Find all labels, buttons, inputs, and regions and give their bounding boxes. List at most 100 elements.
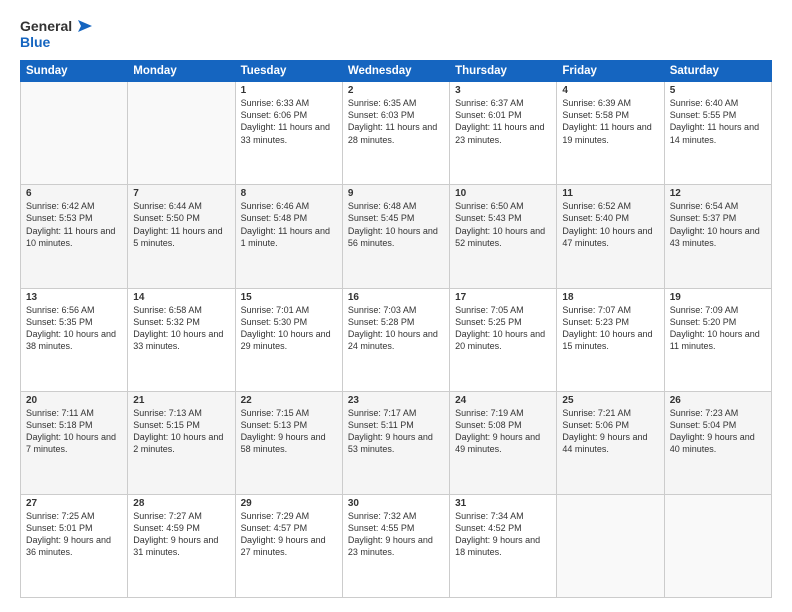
day-info: Sunrise: 7:25 AM Sunset: 5:01 PM Dayligh… bbox=[26, 510, 122, 559]
calendar-table: SundayMondayTuesdayWednesdayThursdayFrid… bbox=[20, 60, 772, 598]
day-cell: 29Sunrise: 7:29 AM Sunset: 4:57 PM Dayli… bbox=[235, 494, 342, 597]
week-row-3: 13Sunrise: 6:56 AM Sunset: 5:35 PM Dayli… bbox=[21, 288, 772, 391]
week-row-5: 27Sunrise: 7:25 AM Sunset: 5:01 PM Dayli… bbox=[21, 494, 772, 597]
day-cell: 20Sunrise: 7:11 AM Sunset: 5:18 PM Dayli… bbox=[21, 391, 128, 494]
day-info: Sunrise: 7:19 AM Sunset: 5:08 PM Dayligh… bbox=[455, 407, 551, 456]
day-number: 29 bbox=[241, 498, 337, 509]
day-number: 2 bbox=[348, 85, 444, 96]
day-cell: 23Sunrise: 7:17 AM Sunset: 5:11 PM Dayli… bbox=[342, 391, 449, 494]
day-number: 30 bbox=[348, 498, 444, 509]
page: General Blue SundayMondayTuesdayWednesda… bbox=[0, 0, 792, 612]
day-cell: 25Sunrise: 7:21 AM Sunset: 5:06 PM Dayli… bbox=[557, 391, 664, 494]
logo: General Blue bbox=[20, 18, 92, 50]
day-cell: 6Sunrise: 6:42 AM Sunset: 5:53 PM Daylig… bbox=[21, 185, 128, 288]
weekday-header-sunday: Sunday bbox=[21, 61, 128, 82]
day-cell: 5Sunrise: 6:40 AM Sunset: 5:55 PM Daylig… bbox=[664, 82, 771, 185]
day-number: 9 bbox=[348, 188, 444, 199]
day-cell: 4Sunrise: 6:39 AM Sunset: 5:58 PM Daylig… bbox=[557, 82, 664, 185]
day-number: 8 bbox=[241, 188, 337, 199]
day-info: Sunrise: 6:39 AM Sunset: 5:58 PM Dayligh… bbox=[562, 97, 658, 146]
day-number: 13 bbox=[26, 292, 122, 303]
week-row-2: 6Sunrise: 6:42 AM Sunset: 5:53 PM Daylig… bbox=[21, 185, 772, 288]
day-cell: 11Sunrise: 6:52 AM Sunset: 5:40 PM Dayli… bbox=[557, 185, 664, 288]
day-cell: 21Sunrise: 7:13 AM Sunset: 5:15 PM Dayli… bbox=[128, 391, 235, 494]
day-info: Sunrise: 7:09 AM Sunset: 5:20 PM Dayligh… bbox=[670, 304, 766, 353]
day-number: 20 bbox=[26, 395, 122, 406]
weekday-header-wednesday: Wednesday bbox=[342, 61, 449, 82]
day-number: 22 bbox=[241, 395, 337, 406]
day-cell: 13Sunrise: 6:56 AM Sunset: 5:35 PM Dayli… bbox=[21, 288, 128, 391]
weekday-header-saturday: Saturday bbox=[664, 61, 771, 82]
day-number: 18 bbox=[562, 292, 658, 303]
day-number: 26 bbox=[670, 395, 766, 406]
day-info: Sunrise: 7:15 AM Sunset: 5:13 PM Dayligh… bbox=[241, 407, 337, 456]
weekday-header-friday: Friday bbox=[557, 61, 664, 82]
day-cell: 10Sunrise: 6:50 AM Sunset: 5:43 PM Dayli… bbox=[450, 185, 557, 288]
day-info: Sunrise: 7:05 AM Sunset: 5:25 PM Dayligh… bbox=[455, 304, 551, 353]
header: General Blue bbox=[20, 18, 772, 50]
day-number: 15 bbox=[241, 292, 337, 303]
day-info: Sunrise: 7:03 AM Sunset: 5:28 PM Dayligh… bbox=[348, 304, 444, 353]
day-cell: 1Sunrise: 6:33 AM Sunset: 6:06 PM Daylig… bbox=[235, 82, 342, 185]
day-info: Sunrise: 7:13 AM Sunset: 5:15 PM Dayligh… bbox=[133, 407, 229, 456]
day-number: 11 bbox=[562, 188, 658, 199]
day-number: 27 bbox=[26, 498, 122, 509]
day-number: 28 bbox=[133, 498, 229, 509]
day-info: Sunrise: 6:50 AM Sunset: 5:43 PM Dayligh… bbox=[455, 200, 551, 249]
day-info: Sunrise: 7:32 AM Sunset: 4:55 PM Dayligh… bbox=[348, 510, 444, 559]
day-info: Sunrise: 7:01 AM Sunset: 5:30 PM Dayligh… bbox=[241, 304, 337, 353]
day-cell: 16Sunrise: 7:03 AM Sunset: 5:28 PM Dayli… bbox=[342, 288, 449, 391]
day-number: 10 bbox=[455, 188, 551, 199]
day-cell: 30Sunrise: 7:32 AM Sunset: 4:55 PM Dayli… bbox=[342, 494, 449, 597]
day-number: 4 bbox=[562, 85, 658, 96]
day-number: 5 bbox=[670, 85, 766, 96]
day-number: 12 bbox=[670, 188, 766, 199]
day-info: Sunrise: 7:07 AM Sunset: 5:23 PM Dayligh… bbox=[562, 304, 658, 353]
day-info: Sunrise: 6:56 AM Sunset: 5:35 PM Dayligh… bbox=[26, 304, 122, 353]
day-info: Sunrise: 7:27 AM Sunset: 4:59 PM Dayligh… bbox=[133, 510, 229, 559]
day-cell: 18Sunrise: 7:07 AM Sunset: 5:23 PM Dayli… bbox=[557, 288, 664, 391]
day-info: Sunrise: 7:11 AM Sunset: 5:18 PM Dayligh… bbox=[26, 407, 122, 456]
day-info: Sunrise: 7:23 AM Sunset: 5:04 PM Dayligh… bbox=[670, 407, 766, 456]
day-cell: 26Sunrise: 7:23 AM Sunset: 5:04 PM Dayli… bbox=[664, 391, 771, 494]
day-cell: 28Sunrise: 7:27 AM Sunset: 4:59 PM Dayli… bbox=[128, 494, 235, 597]
day-number: 25 bbox=[562, 395, 658, 406]
weekday-header-tuesday: Tuesday bbox=[235, 61, 342, 82]
day-info: Sunrise: 6:52 AM Sunset: 5:40 PM Dayligh… bbox=[562, 200, 658, 249]
day-cell: 12Sunrise: 6:54 AM Sunset: 5:37 PM Dayli… bbox=[664, 185, 771, 288]
day-cell: 27Sunrise: 7:25 AM Sunset: 5:01 PM Dayli… bbox=[21, 494, 128, 597]
day-number: 14 bbox=[133, 292, 229, 303]
day-number: 24 bbox=[455, 395, 551, 406]
day-cell: 14Sunrise: 6:58 AM Sunset: 5:32 PM Dayli… bbox=[128, 288, 235, 391]
day-cell: 2Sunrise: 6:35 AM Sunset: 6:03 PM Daylig… bbox=[342, 82, 449, 185]
day-info: Sunrise: 7:29 AM Sunset: 4:57 PM Dayligh… bbox=[241, 510, 337, 559]
day-cell bbox=[21, 82, 128, 185]
day-number: 17 bbox=[455, 292, 551, 303]
logo-general: General bbox=[20, 18, 72, 34]
logo-blue: Blue bbox=[20, 34, 50, 50]
logo-bird-icon bbox=[74, 18, 92, 34]
day-number: 3 bbox=[455, 85, 551, 96]
day-cell: 19Sunrise: 7:09 AM Sunset: 5:20 PM Dayli… bbox=[664, 288, 771, 391]
weekday-header-row: SundayMondayTuesdayWednesdayThursdayFrid… bbox=[21, 61, 772, 82]
day-cell: 17Sunrise: 7:05 AM Sunset: 5:25 PM Dayli… bbox=[450, 288, 557, 391]
day-info: Sunrise: 6:58 AM Sunset: 5:32 PM Dayligh… bbox=[133, 304, 229, 353]
day-number: 6 bbox=[26, 188, 122, 199]
day-number: 31 bbox=[455, 498, 551, 509]
day-info: Sunrise: 7:34 AM Sunset: 4:52 PM Dayligh… bbox=[455, 510, 551, 559]
day-info: Sunrise: 6:37 AM Sunset: 6:01 PM Dayligh… bbox=[455, 97, 551, 146]
day-cell bbox=[557, 494, 664, 597]
day-number: 16 bbox=[348, 292, 444, 303]
day-number: 7 bbox=[133, 188, 229, 199]
day-cell: 31Sunrise: 7:34 AM Sunset: 4:52 PM Dayli… bbox=[450, 494, 557, 597]
day-number: 21 bbox=[133, 395, 229, 406]
week-row-4: 20Sunrise: 7:11 AM Sunset: 5:18 PM Dayli… bbox=[21, 391, 772, 494]
day-cell: 15Sunrise: 7:01 AM Sunset: 5:30 PM Dayli… bbox=[235, 288, 342, 391]
weekday-header-thursday: Thursday bbox=[450, 61, 557, 82]
day-cell: 9Sunrise: 6:48 AM Sunset: 5:45 PM Daylig… bbox=[342, 185, 449, 288]
day-cell: 3Sunrise: 6:37 AM Sunset: 6:01 PM Daylig… bbox=[450, 82, 557, 185]
day-info: Sunrise: 6:44 AM Sunset: 5:50 PM Dayligh… bbox=[133, 200, 229, 249]
day-cell: 8Sunrise: 6:46 AM Sunset: 5:48 PM Daylig… bbox=[235, 185, 342, 288]
day-info: Sunrise: 6:33 AM Sunset: 6:06 PM Dayligh… bbox=[241, 97, 337, 146]
day-info: Sunrise: 6:42 AM Sunset: 5:53 PM Dayligh… bbox=[26, 200, 122, 249]
